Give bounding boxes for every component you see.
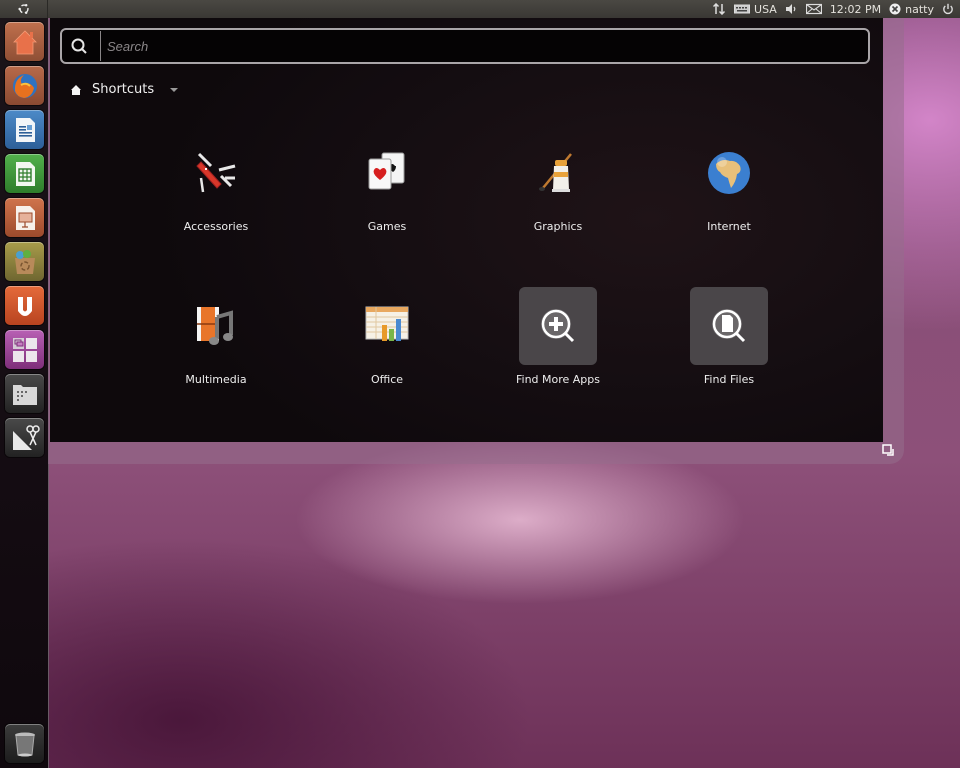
find-files-icon	[712, 309, 746, 343]
shortcut-office[interactable]: Office	[332, 287, 442, 397]
shortcut-games[interactable]: Games	[332, 134, 442, 244]
dash-resize-handle[interactable]	[882, 443, 896, 457]
shortcut-label: Multimedia	[185, 373, 247, 386]
workspace-switcher-icon	[12, 337, 37, 362]
launcher-item-impress[interactable]	[5, 198, 44, 237]
network-updown-icon	[713, 3, 726, 15]
shortcut-label: Accessories	[183, 220, 249, 233]
shortcut-multimedia[interactable]: Multimedia	[161, 287, 271, 397]
ubuntu-one-icon	[17, 296, 32, 316]
applications-folder-icon	[12, 384, 37, 405]
shortcut-label: Games	[367, 220, 407, 233]
session-indicator[interactable]	[942, 3, 954, 15]
envelope-icon	[805, 3, 822, 15]
clock-indicator[interactable]: 12:02 PM	[830, 3, 881, 16]
firefox-icon	[12, 73, 37, 98]
graphics-paint-icon	[539, 153, 572, 192]
launcher-item-software-center[interactable]	[5, 242, 44, 281]
speaker-icon	[785, 4, 796, 14]
launcher-item-home-folder[interactable]	[5, 22, 44, 61]
launcher-item-firefox[interactable]	[5, 66, 44, 105]
keyboard-layout-label: USA	[754, 2, 777, 16]
launcher-item-trash[interactable]	[5, 724, 44, 763]
launcher-item-writer[interactable]	[5, 110, 44, 149]
calc-icon	[15, 161, 35, 186]
trash-icon	[14, 732, 35, 756]
globe-icon	[708, 152, 750, 194]
resize-icon	[882, 444, 894, 456]
multimedia-icon	[197, 307, 233, 345]
office-chart-icon	[365, 306, 409, 341]
home-icon	[71, 84, 81, 95]
top-panel: USA 12:02 PM natty	[0, 0, 960, 18]
launcher-item-calc[interactable]	[5, 154, 44, 193]
shortcut-graphics[interactable]: Graphics	[503, 134, 613, 244]
writer-icon	[15, 117, 35, 142]
dash: Shortcuts Accessories	[50, 18, 883, 442]
chevron-down-icon	[170, 87, 179, 92]
shortcut-label: Internet	[707, 220, 751, 233]
ubuntu-logo-icon	[17, 4, 29, 14]
search-box	[60, 28, 870, 64]
network-indicator[interactable]	[713, 3, 726, 15]
dash-home-button[interactable]	[0, 0, 48, 18]
messaging-indicator[interactable]	[805, 3, 822, 15]
power-icon	[943, 3, 953, 15]
shortcut-internet[interactable]: Internet	[674, 134, 784, 244]
user-indicator[interactable]: natty	[889, 3, 934, 16]
search-input[interactable]	[100, 31, 868, 61]
files-folders-icon	[12, 424, 40, 450]
shortcut-find-files[interactable]: Find Files	[674, 287, 784, 397]
search-icon	[62, 30, 96, 62]
sound-indicator[interactable]	[785, 3, 798, 15]
user-name-label: natty	[905, 2, 934, 16]
accessories-icon	[196, 152, 236, 193]
games-cards-icon	[368, 152, 405, 190]
shortcut-label: Office	[370, 373, 404, 386]
shortcut-find-more-apps[interactable]: Find More Apps	[503, 287, 613, 397]
shortcut-label: Find Files	[703, 373, 755, 386]
software-center-icon	[14, 249, 35, 274]
launcher-item-files-folders[interactable]	[5, 418, 44, 457]
launcher-item-ubuntu-one[interactable]	[5, 286, 44, 325]
launcher-item-workspace-switcher[interactable]	[5, 330, 44, 369]
shortcut-label: Find More Apps	[515, 373, 601, 386]
find-more-apps-icon	[541, 309, 575, 343]
launcher-item-applications[interactable]	[5, 374, 44, 413]
lens-label: Shortcuts	[92, 82, 155, 97]
shortcut-accessories[interactable]: Accessories	[161, 134, 271, 244]
keyboard-icon	[734, 4, 751, 14]
home-folder-icon	[12, 29, 37, 54]
user-status-icon	[889, 3, 901, 15]
impress-icon	[15, 205, 35, 230]
shortcut-label: Graphics	[533, 220, 583, 233]
keyboard-indicator[interactable]: USA	[734, 3, 777, 16]
lens-selector[interactable]: Shortcuts	[70, 82, 179, 97]
launcher	[0, 18, 49, 768]
indicator-area: USA 12:02 PM natty	[713, 0, 960, 18]
clock-label: 12:02 PM	[829, 2, 882, 16]
